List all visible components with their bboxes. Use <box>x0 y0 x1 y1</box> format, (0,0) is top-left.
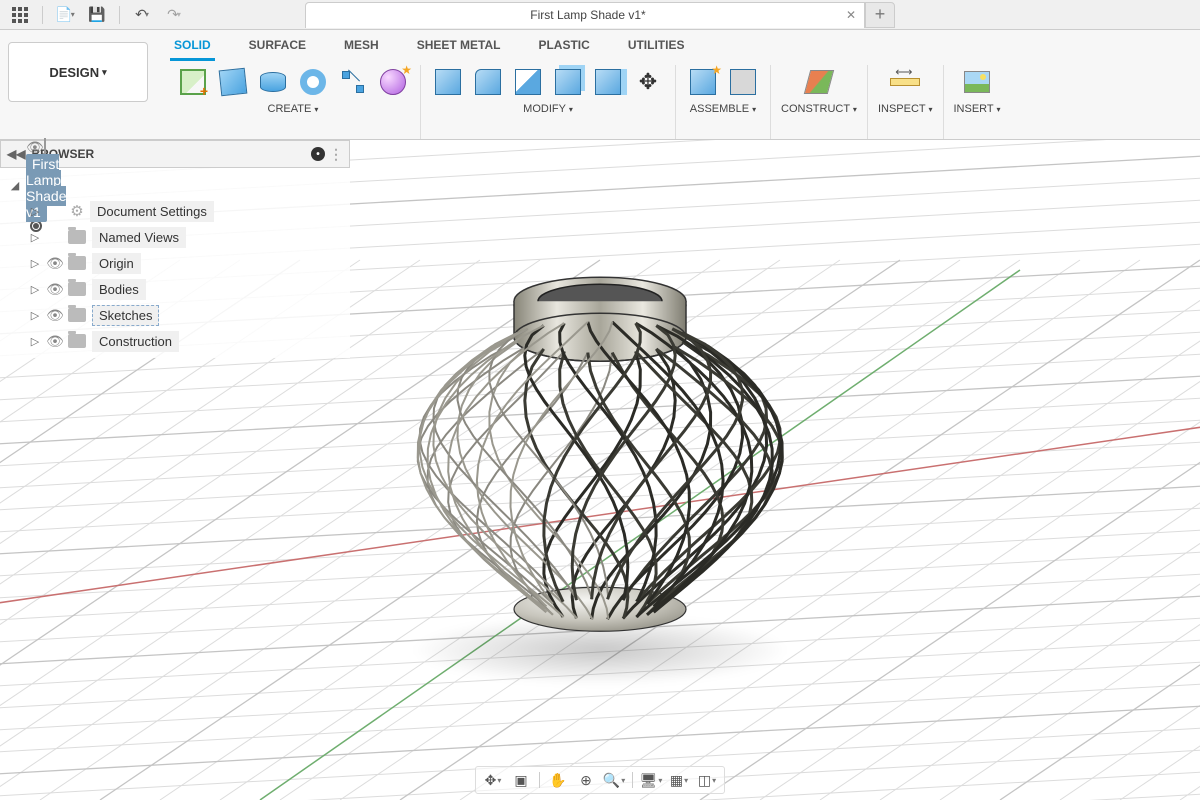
titlebar: 📄▾ 💾 ↶▾ ↷▾ First Lamp Shade v1* ✕ + <box>0 0 1200 30</box>
folder-icon <box>68 308 86 322</box>
group-insert: INSERT ▾ <box>944 65 1011 139</box>
expand-icon[interactable]: ▷ <box>28 283 42 296</box>
expand-icon[interactable]: ▷ <box>28 257 42 270</box>
tree-item-named-views[interactable]: ▷ Named Views <box>0 224 350 250</box>
pan-hand-icon[interactable]: ✋ <box>545 769 571 791</box>
modify-fillet-icon[interactable] <box>471 65 505 99</box>
close-tab-icon[interactable]: ✕ <box>846 8 856 22</box>
expand-icon[interactable]: ▷ <box>28 205 42 218</box>
tree-item-label: Bodies <box>92 279 146 300</box>
document-tab[interactable]: First Lamp Shade v1* ✕ <box>305 2 865 28</box>
tree-item-label: Named Views <box>92 227 186 248</box>
assemble-joint-icon[interactable] <box>726 65 760 99</box>
document-title: First Lamp Shade v1* <box>530 8 645 22</box>
visibility-icon[interactable]: 👁 <box>46 333 64 350</box>
collapse-browser-icon[interactable]: ◀◀ <box>7 147 25 161</box>
zoom-icon[interactable]: 🔍▾ <box>601 769 627 791</box>
model-lamp-shade[interactable] <box>390 247 810 652</box>
tree-item-label: Document Settings <box>90 201 214 222</box>
assemble-new-icon[interactable]: ★ <box>686 65 720 99</box>
insert-decal-icon[interactable] <box>960 65 994 99</box>
tree-item-sketches[interactable]: ▷ 👁 Sketches <box>0 302 350 328</box>
tree-item-label: Sketches <box>92 305 159 326</box>
modify-press-pull-icon[interactable] <box>431 65 465 99</box>
visibility-icon[interactable]: 👁 First Lamp Shade v1 <box>26 139 44 232</box>
tree-item-bodies[interactable]: ▷ 👁 Bodies <box>0 276 350 302</box>
folder-icon <box>68 256 86 270</box>
browser-title: BROWSER <box>31 147 311 161</box>
folder-icon <box>68 282 86 296</box>
visibility-icon[interactable]: 👁 <box>46 307 64 324</box>
folder-icon <box>68 230 86 244</box>
visibility-icon[interactable]: 👁 <box>46 255 64 272</box>
modify-combine-icon[interactable] <box>551 65 585 99</box>
tab-mesh[interactable]: MESH <box>340 36 383 61</box>
folder-icon <box>68 334 86 348</box>
modify-align-icon[interactable] <box>591 65 625 99</box>
modify-move-icon[interactable]: ✥ <box>631 65 665 99</box>
create-sketch-icon[interactable] <box>176 65 210 99</box>
create-torus-icon[interactable] <box>296 65 330 99</box>
component-icon <box>44 138 46 156</box>
create-label[interactable]: CREATE ▾ <box>268 103 319 115</box>
group-modify: ✥ MODIFY ▾ <box>421 65 676 139</box>
tab-solid[interactable]: SOLID <box>170 36 215 61</box>
grip-icon[interactable]: ⋮ <box>329 146 343 163</box>
create-form-icon[interactable]: ★ <box>376 65 410 99</box>
browser-panel: ◀◀ BROWSER • ⋮ ◢ 👁 First Lamp Shade v1 ▷… <box>0 140 350 358</box>
browser-options-icon[interactable]: • <box>311 147 325 161</box>
look-at-icon[interactable]: ▣ <box>508 769 534 791</box>
expand-icon[interactable]: ◢ <box>8 179 22 192</box>
tree-item-label: Construction <box>92 331 179 352</box>
expand-icon[interactable]: ▷ <box>28 335 42 348</box>
orbit-icon[interactable]: ✥▾ <box>480 769 506 791</box>
grid-settings-icon[interactable]: ▦▾ <box>666 769 692 791</box>
inspect-measure-icon[interactable] <box>888 65 922 99</box>
display-settings-icon[interactable]: 🖥▾ <box>638 769 664 791</box>
workspace-tabs: SOLID SURFACE MESH SHEET METAL PLASTIC U… <box>156 30 1200 61</box>
tab-sheet-metal[interactable]: SHEET METAL <box>413 36 505 61</box>
tab-plastic[interactable]: PLASTIC <box>534 36 593 61</box>
tree-root[interactable]: ◢ 👁 First Lamp Shade v1 <box>0 172 350 198</box>
browser-tree: ◢ 👁 First Lamp Shade v1 ▷ ⚙Document Setti… <box>0 168 350 358</box>
design-workspace-button[interactable]: DESIGN▾ <box>8 42 148 102</box>
nav-toolbar: ✥▾ ▣ ✋ ⊕ 🔍▾ 🖥▾ ▦▾ ◫▾ <box>475 766 725 794</box>
tree-item-origin[interactable]: ▷ 👁 Origin <box>0 250 350 276</box>
group-create: ★ CREATE ▾ <box>166 65 421 139</box>
group-assemble: ★ ASSEMBLE ▾ <box>676 65 771 139</box>
viewports-icon[interactable]: ◫▾ <box>694 769 720 791</box>
pan-icon[interactable]: ⊕ <box>573 769 599 791</box>
modify-label[interactable]: MODIFY ▾ <box>523 103 573 115</box>
group-construct: CONSTRUCT ▾ <box>771 65 868 139</box>
group-inspect: INSPECT ▾ <box>868 65 944 139</box>
create-pattern-icon[interactable] <box>336 65 370 99</box>
tab-utilities[interactable]: UTILITIES <box>624 36 689 61</box>
create-cylinder-icon[interactable] <box>256 65 290 99</box>
tree-item-label: Origin <box>92 253 141 274</box>
design-label: DESIGN <box>49 65 99 80</box>
gear-icon: ⚙ <box>68 202 86 220</box>
visibility-icon[interactable]: 👁 <box>46 281 64 298</box>
ribbon: DESIGN▾ SOLID SURFACE MESH SHEET METAL P… <box>0 30 1200 140</box>
tab-surface[interactable]: SURFACE <box>245 36 310 61</box>
tree-item-construction[interactable]: ▷ 👁 Construction <box>0 328 350 354</box>
expand-icon[interactable]: ▷ <box>28 231 42 244</box>
inspect-label[interactable]: INSPECT ▾ <box>878 103 933 115</box>
construct-plane-icon[interactable] <box>802 65 836 99</box>
insert-label[interactable]: INSERT ▾ <box>954 103 1001 115</box>
expand-icon[interactable]: ▷ <box>28 309 42 322</box>
construct-label[interactable]: CONSTRUCT ▾ <box>781 103 857 115</box>
modify-shell-icon[interactable] <box>511 65 545 99</box>
assemble-label[interactable]: ASSEMBLE ▾ <box>690 103 756 115</box>
new-tab-button[interactable]: + <box>865 2 895 28</box>
create-box-icon[interactable] <box>216 65 250 99</box>
